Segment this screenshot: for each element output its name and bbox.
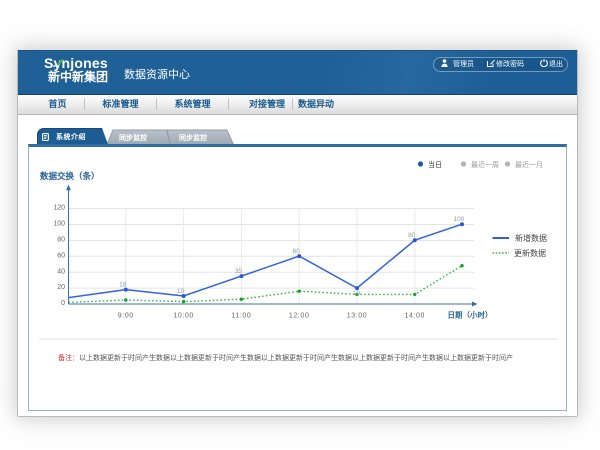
svg-text:40: 40	[57, 268, 65, 275]
svg-text:同步监控: 同步监控	[119, 133, 147, 142]
svg-text:60: 60	[292, 248, 300, 255]
svg-text:同步监控: 同步监控	[179, 133, 207, 142]
svg-text:10: 10	[352, 290, 360, 297]
svg-text:60: 60	[57, 252, 65, 259]
svg-text:10:00: 10:00	[173, 313, 194, 320]
svg-text:当日: 当日	[428, 160, 442, 169]
svg-text:18: 18	[119, 282, 127, 289]
svg-text:12:00: 12:00	[288, 313, 309, 320]
svg-text:9:00: 9:00	[117, 313, 133, 320]
svg-text:0: 0	[61, 300, 65, 307]
svg-text:数据交换（条）: 数据交换（条）	[40, 171, 100, 181]
svg-text:更新数据: 更新数据	[514, 248, 546, 258]
svg-text:新增数据: 新增数据	[515, 233, 547, 243]
svg-text:10: 10	[176, 288, 184, 295]
svg-text:最近一周: 最近一周	[471, 160, 499, 169]
svg-text:14:00: 14:00	[404, 313, 425, 320]
svg-text:100: 100	[53, 221, 65, 228]
svg-text:13:00: 13:00	[346, 313, 367, 320]
svg-text:35: 35	[234, 268, 242, 275]
svg-text:20: 20	[57, 284, 65, 291]
svg-text:备注：以上数据更新于时间产生数据以上数据更新于时间产生数据以: 备注：以上数据更新于时间产生数据以上数据更新于时间产生数据以上数据更新于时间产生…	[58, 353, 513, 362]
svg-text:80: 80	[408, 232, 416, 239]
svg-text:最近一月: 最近一月	[515, 160, 543, 169]
svg-text:80: 80	[57, 237, 65, 244]
svg-text:日期（小时）: 日期（小时）	[447, 310, 492, 320]
svg-text:120: 120	[53, 205, 65, 212]
svg-text:11:00: 11:00	[231, 313, 251, 320]
svg-text:100: 100	[453, 216, 464, 223]
